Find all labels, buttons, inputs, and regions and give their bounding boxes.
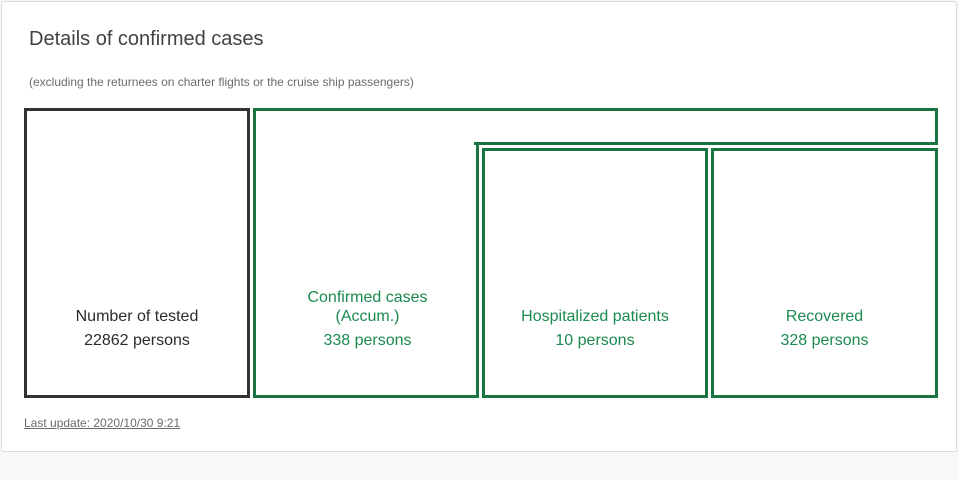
- tested-box: Number of tested 22862 persons: [24, 108, 250, 398]
- confirmed-cases-card: Details of confirmed cases (excluding th…: [1, 1, 957, 452]
- confirmed-label: Confirmed cases (Accum.): [307, 288, 427, 326]
- confirmed-value: 338 persons: [323, 332, 412, 349]
- recovered-label: Recovered: [785, 308, 864, 325]
- confirmed-label-line2: (Accum.): [335, 308, 400, 325]
- tested-value: 22862 persons: [84, 332, 190, 349]
- last-update-link[interactable]: Last update: 2020/10/30 9:21: [24, 416, 180, 430]
- hospitalized-value: 10 persons: [555, 332, 635, 349]
- recovered-value: 328 persons: [780, 332, 869, 349]
- confirmed-divider-line: [476, 142, 479, 398]
- tested-label: Number of tested: [75, 308, 199, 325]
- hospitalized-box: Hospitalized patients 10 persons: [482, 148, 708, 398]
- confirmed-box: Confirmed cases (Accum.) 338 persons: [253, 108, 479, 398]
- confirmed-breakdown-bracket: [474, 108, 938, 145]
- confirmed-label-line1: Confirmed cases: [307, 289, 428, 306]
- card-subtitle: (excluding the returnees on charter flig…: [29, 75, 414, 89]
- card-title: Details of confirmed cases: [29, 28, 264, 50]
- recovered-box: Recovered 328 persons: [711, 148, 938, 398]
- hospitalized-label: Hospitalized patients: [521, 308, 669, 325]
